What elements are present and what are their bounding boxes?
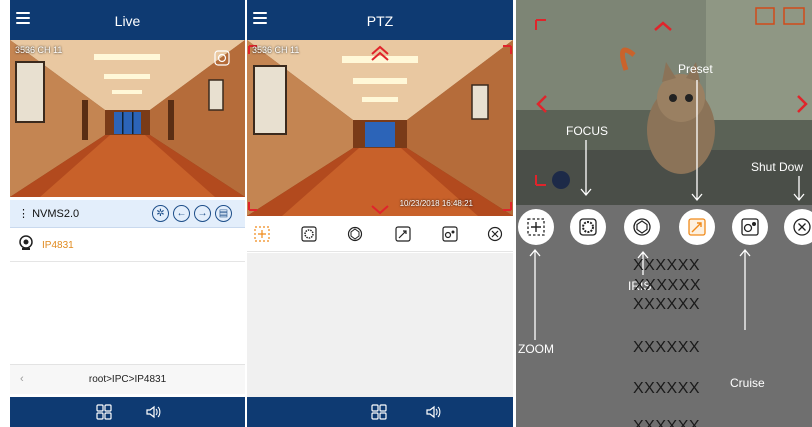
live-screen: Live 3536 CH 11 ⋮ NVMS2.0 ✲ ← → ▤ IP4831… bbox=[10, 0, 245, 427]
device-name-label: NVMS2.0 bbox=[32, 208, 80, 220]
video-feed[interactable]: 3536 CH 11 bbox=[10, 40, 245, 197]
app-bar: Live bbox=[10, 0, 245, 40]
placeholder-row: XXXXXX bbox=[633, 257, 701, 274]
close-icon[interactable] bbox=[487, 226, 503, 242]
empty-area bbox=[247, 253, 513, 397]
ptz-screen: PTZ 3536 CH 11 10/23/2018 16:48:21 bbox=[247, 0, 513, 427]
channel-list-item[interactable]: IP4831 bbox=[10, 230, 245, 262]
breadcrumb: ‹ root>IPC>IP4831 bbox=[10, 364, 245, 394]
screenshot-collage: Live 3536 CH 11 ⋮ NVMS2.0 ✲ ← → ▤ IP4831… bbox=[0, 0, 812, 427]
iris-icon[interactable] bbox=[347, 226, 363, 242]
snapshot-icon[interactable] bbox=[214, 50, 230, 66]
cruise-icon[interactable] bbox=[442, 226, 458, 242]
grid-icon[interactable] bbox=[371, 404, 387, 420]
app-bar: PTZ bbox=[247, 0, 513, 40]
bottom-bar bbox=[247, 397, 513, 427]
placeholder-row: XXXXXX bbox=[633, 380, 701, 397]
placeholder-row: XXXXXX bbox=[633, 418, 701, 427]
device-name: ⋮ NVMS2.0 bbox=[18, 207, 79, 220]
placeholder-row: XXXXXX bbox=[633, 339, 701, 356]
preset-annotation: Preset bbox=[678, 62, 713, 76]
speaker-icon[interactable] bbox=[145, 404, 161, 420]
zoom-icon[interactable] bbox=[254, 226, 270, 242]
hallway-image bbox=[247, 40, 513, 216]
placeholder-row: XXXXXX bbox=[634, 277, 702, 294]
ptz-guide-screen: ZOOM FOCUS IRIS Preset Cruise Shut Dow X… bbox=[516, 0, 812, 427]
video-channel-label: 3536 CH 11 bbox=[252, 45, 300, 55]
breadcrumb-path: root>IPC>IP4831 bbox=[88, 374, 167, 385]
page-title: Live bbox=[114, 13, 141, 29]
shutdown-annotation: Shut Dow bbox=[751, 160, 804, 174]
camera-icon bbox=[19, 235, 33, 250]
record-icon[interactable]: ▤ bbox=[215, 205, 232, 222]
device-row[interactable]: ⋮ NVMS2.0 ✲ ← → ▤ bbox=[10, 200, 245, 228]
focus-annotation: FOCUS bbox=[566, 124, 608, 138]
preset-icon[interactable] bbox=[395, 226, 411, 242]
placeholder-row: XXXXXX bbox=[633, 296, 701, 313]
ptz-icon[interactable]: ✲ bbox=[152, 205, 169, 222]
bottom-bar bbox=[10, 397, 245, 427]
grid-icon[interactable] bbox=[96, 404, 112, 420]
arrow-left-icon[interactable]: ← bbox=[173, 205, 190, 222]
arrow-right-icon[interactable]: → bbox=[194, 205, 211, 222]
zoom-annotation: ZOOM bbox=[518, 342, 554, 356]
speaker-icon[interactable] bbox=[425, 404, 441, 420]
device-menu-icon[interactable]: ⋮ bbox=[18, 208, 29, 220]
annotation-arrows bbox=[529, 80, 805, 340]
video-channel-label: 3536 CH 11 bbox=[15, 45, 63, 55]
video-timestamp: 10/23/2018 16:48:21 bbox=[399, 199, 473, 208]
page-title: PTZ bbox=[366, 13, 394, 29]
focus-icon[interactable] bbox=[301, 226, 317, 242]
video-feed[interactable]: 3536 CH 11 10/23/2018 16:48:21 bbox=[247, 40, 513, 216]
hallway-image bbox=[10, 40, 245, 197]
ptz-toolbar bbox=[247, 216, 513, 252]
cruise-annotation: Cruise bbox=[730, 376, 765, 390]
channel-name: IP4831 bbox=[42, 240, 74, 251]
